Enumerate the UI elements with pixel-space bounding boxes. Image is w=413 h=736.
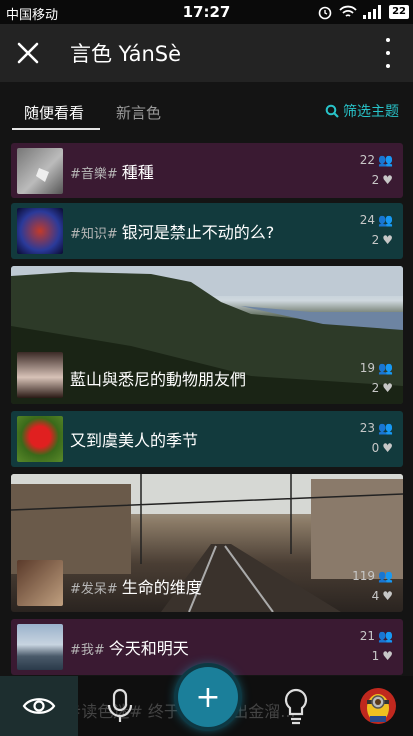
eye-icon [22, 698, 56, 714]
heart-icon: ♥ [382, 649, 393, 663]
members-icon: 👥 [378, 153, 393, 167]
card-stats: 24 👥 2 ♥ [359, 213, 393, 247]
plus-icon: + [195, 679, 221, 715]
card-title: 藍山與悉尼的動物朋友們 [70, 370, 247, 389]
card-title: #音樂# 種種 [70, 163, 154, 182]
list-item[interactable]: #音樂# 種種 22 👥 2 ♥ [11, 143, 403, 198]
thumbnail-image [17, 208, 63, 254]
card-stats: 119 👥 4 ♥ [352, 569, 393, 603]
card-stats: 22 👥 2 ♥ [359, 153, 393, 187]
card-title: #我# 今天和明天 [70, 639, 189, 658]
thumbnail-image [17, 416, 63, 462]
wifi-icon [339, 5, 357, 17]
tab-new[interactable]: 新言色 [116, 102, 161, 123]
feed: #音樂# 種種 22 👥 2 ♥ #知识# 银河是禁止不动的么? 24 👥 2 ♥ 藍山與悉… [0, 140, 413, 736]
card-title: #知识# 银河是禁止不动的么? [70, 223, 275, 242]
list-item[interactable]: #发呆# 生命的维度 119 👥 4 ♥ [11, 474, 403, 612]
microphone-icon[interactable] [100, 686, 140, 726]
card-stats: 21 👥 1 ♥ [359, 629, 393, 663]
tab-bar: 随便看看 新言色 筛选主题 [0, 82, 413, 134]
members-icon: 👥 [378, 361, 393, 375]
heart-icon: ♥ [382, 173, 393, 187]
app-bar: 言色 YánSè [0, 24, 413, 82]
add-button[interactable]: + [178, 667, 238, 727]
members-icon: 👥 [378, 421, 393, 435]
status-bar: 中国移动 17:27 22 [0, 0, 413, 24]
status-icons: 22 [317, 4, 409, 20]
lightbulb-icon[interactable] [276, 686, 316, 726]
tab-underline [12, 128, 100, 130]
minion-avatar[interactable] [358, 686, 398, 726]
search-icon [325, 104, 339, 118]
signal-icon [363, 5, 382, 19]
card-title: #发呆# 生命的维度 [70, 578, 202, 597]
alarm-icon [318, 6, 332, 20]
more-icon[interactable] [383, 38, 393, 68]
list-item[interactable]: 藍山與悉尼的動物朋友們 19 👥 2 ♥ [11, 266, 403, 404]
close-icon[interactable] [14, 39, 42, 67]
heart-icon: ♥ [382, 441, 393, 455]
card-title: 又到虞美人的季节 [70, 431, 199, 450]
thumbnail-image [17, 148, 63, 194]
members-icon: 👥 [378, 629, 393, 643]
members-icon: 👥 [378, 213, 393, 227]
card-stats: 23 👥 0 ♥ [359, 421, 393, 455]
filter-button[interactable]: 筛选主题 [325, 101, 399, 121]
avatar [17, 560, 63, 606]
list-item[interactable]: #知识# 银河是禁止不动的么? 24 👥 2 ♥ [11, 203, 403, 259]
card-stats: 19 👥 2 ♥ [359, 361, 393, 395]
tab-browse[interactable]: 随便看看 [24, 102, 84, 123]
battery-indicator: 22 [389, 5, 409, 19]
heart-icon: ♥ [382, 233, 393, 247]
avatar [17, 352, 63, 398]
page-title: 言色 YánSè [70, 42, 182, 66]
heart-icon: ♥ [382, 381, 393, 395]
filter-label: 筛选主题 [343, 104, 399, 120]
thumbnail-image [17, 624, 63, 670]
browse-nav-button[interactable] [0, 676, 78, 736]
list-item[interactable]: 又到虞美人的季节 23 👥 0 ♥ [11, 411, 403, 467]
members-icon: 👥 [378, 569, 393, 583]
heart-icon: ♥ [382, 589, 393, 603]
